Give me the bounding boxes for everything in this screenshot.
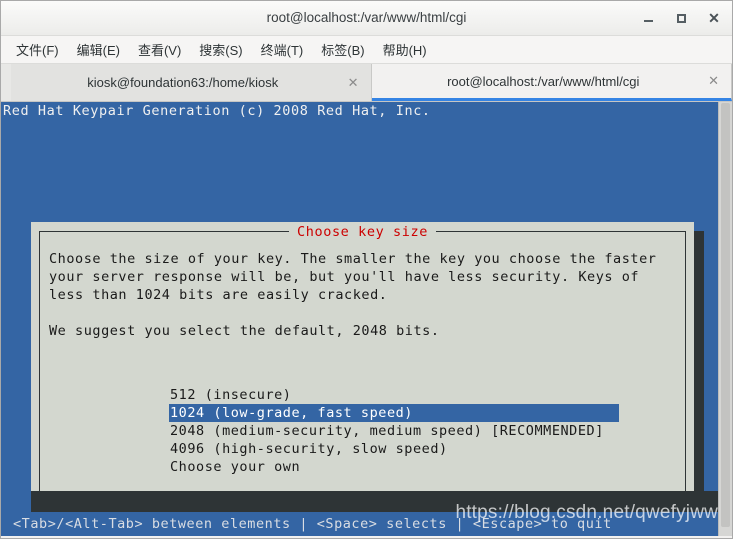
choose-key-size-dialog: Choose key size Choose the size of your … (31, 222, 694, 536)
terminal-window: root@localhost:/var/www/html/cgi ✕ 文件(F)… (0, 0, 733, 539)
tab-label: kiosk@foundation63:/home/kiosk (87, 75, 279, 90)
dialog-paragraph-1: Choose the size of your key. The smaller… (49, 251, 657, 303)
dialog-paragraph-2: We suggest you select the default, 2048 … (49, 323, 440, 339)
list-item-512[interactable]: 512 (insecure) (169, 386, 676, 404)
close-button[interactable]: ✕ (704, 8, 724, 28)
terminal-header-line: Red Hat Keypair Generation (c) 2008 Red … (3, 103, 431, 119)
tab-close-icon[interactable]: ✕ (708, 73, 719, 89)
close-icon: ✕ (708, 10, 720, 26)
list-item-2048[interactable]: 2048 (medium-security, medium speed) [RE… (169, 422, 676, 440)
terminal-scrollbar-thumb[interactable] (721, 103, 730, 527)
minimize-button[interactable] (638, 8, 658, 28)
tab-close-icon[interactable]: ✕ (348, 75, 359, 91)
tab-root-cgi[interactable]: root@localhost:/var/www/html/cgi ✕ (371, 64, 732, 101)
menu-item-edit[interactable]: 编辑(E) (68, 37, 129, 62)
menu-item-help[interactable]: 帮助(H) (374, 37, 436, 62)
minimize-icon (643, 20, 653, 22)
window-title: root@localhost:/var/www/html/cgi (266, 10, 467, 25)
window-titlebar: root@localhost:/var/www/html/cgi ✕ (1, 1, 732, 36)
key-size-listbox[interactable]: 512 (insecure) 1024 (low-grade, fast spe… (169, 386, 676, 476)
maximize-button[interactable] (671, 8, 691, 28)
tab-label: root@localhost:/var/www/html/cgi (447, 73, 640, 89)
dialog-body: Choose the size of your key. The smaller… (49, 250, 676, 340)
list-item-4096[interactable]: 4096 (high-security, slow speed) (169, 440, 676, 458)
terminal-dark-strip (31, 491, 718, 512)
menu-item-tabs[interactable]: 标签(B) (312, 37, 373, 62)
menu-item-file[interactable]: 文件(F) (7, 37, 68, 62)
terminal-screen[interactable]: Red Hat Keypair Generation (c) 2008 Red … (1, 102, 732, 536)
menu-item-terminal[interactable]: 终端(T) (252, 37, 313, 62)
menu-item-view[interactable]: 查看(V) (129, 37, 190, 62)
maximize-icon (676, 13, 686, 23)
menu-item-search[interactable]: 搜索(S) (190, 37, 251, 62)
menubar: 文件(F) 编辑(E) 查看(V) 搜索(S) 终端(T) 标签(B) 帮助(H… (1, 36, 732, 64)
window-controls: ✕ (638, 1, 724, 35)
list-item-custom[interactable]: Choose your own (169, 458, 676, 476)
list-item-1024[interactable]: 1024 (low-grade, fast speed) (169, 404, 619, 422)
tab-kiosk[interactable]: kiosk@foundation63:/home/kiosk ✕ (11, 64, 372, 101)
helpbar: <Tab>/<Alt-Tab> between elements | <Spac… (1, 512, 732, 536)
tabbar: kiosk@foundation63:/home/kiosk ✕ root@lo… (1, 64, 732, 102)
terminal-scrollbar[interactable] (718, 102, 732, 536)
